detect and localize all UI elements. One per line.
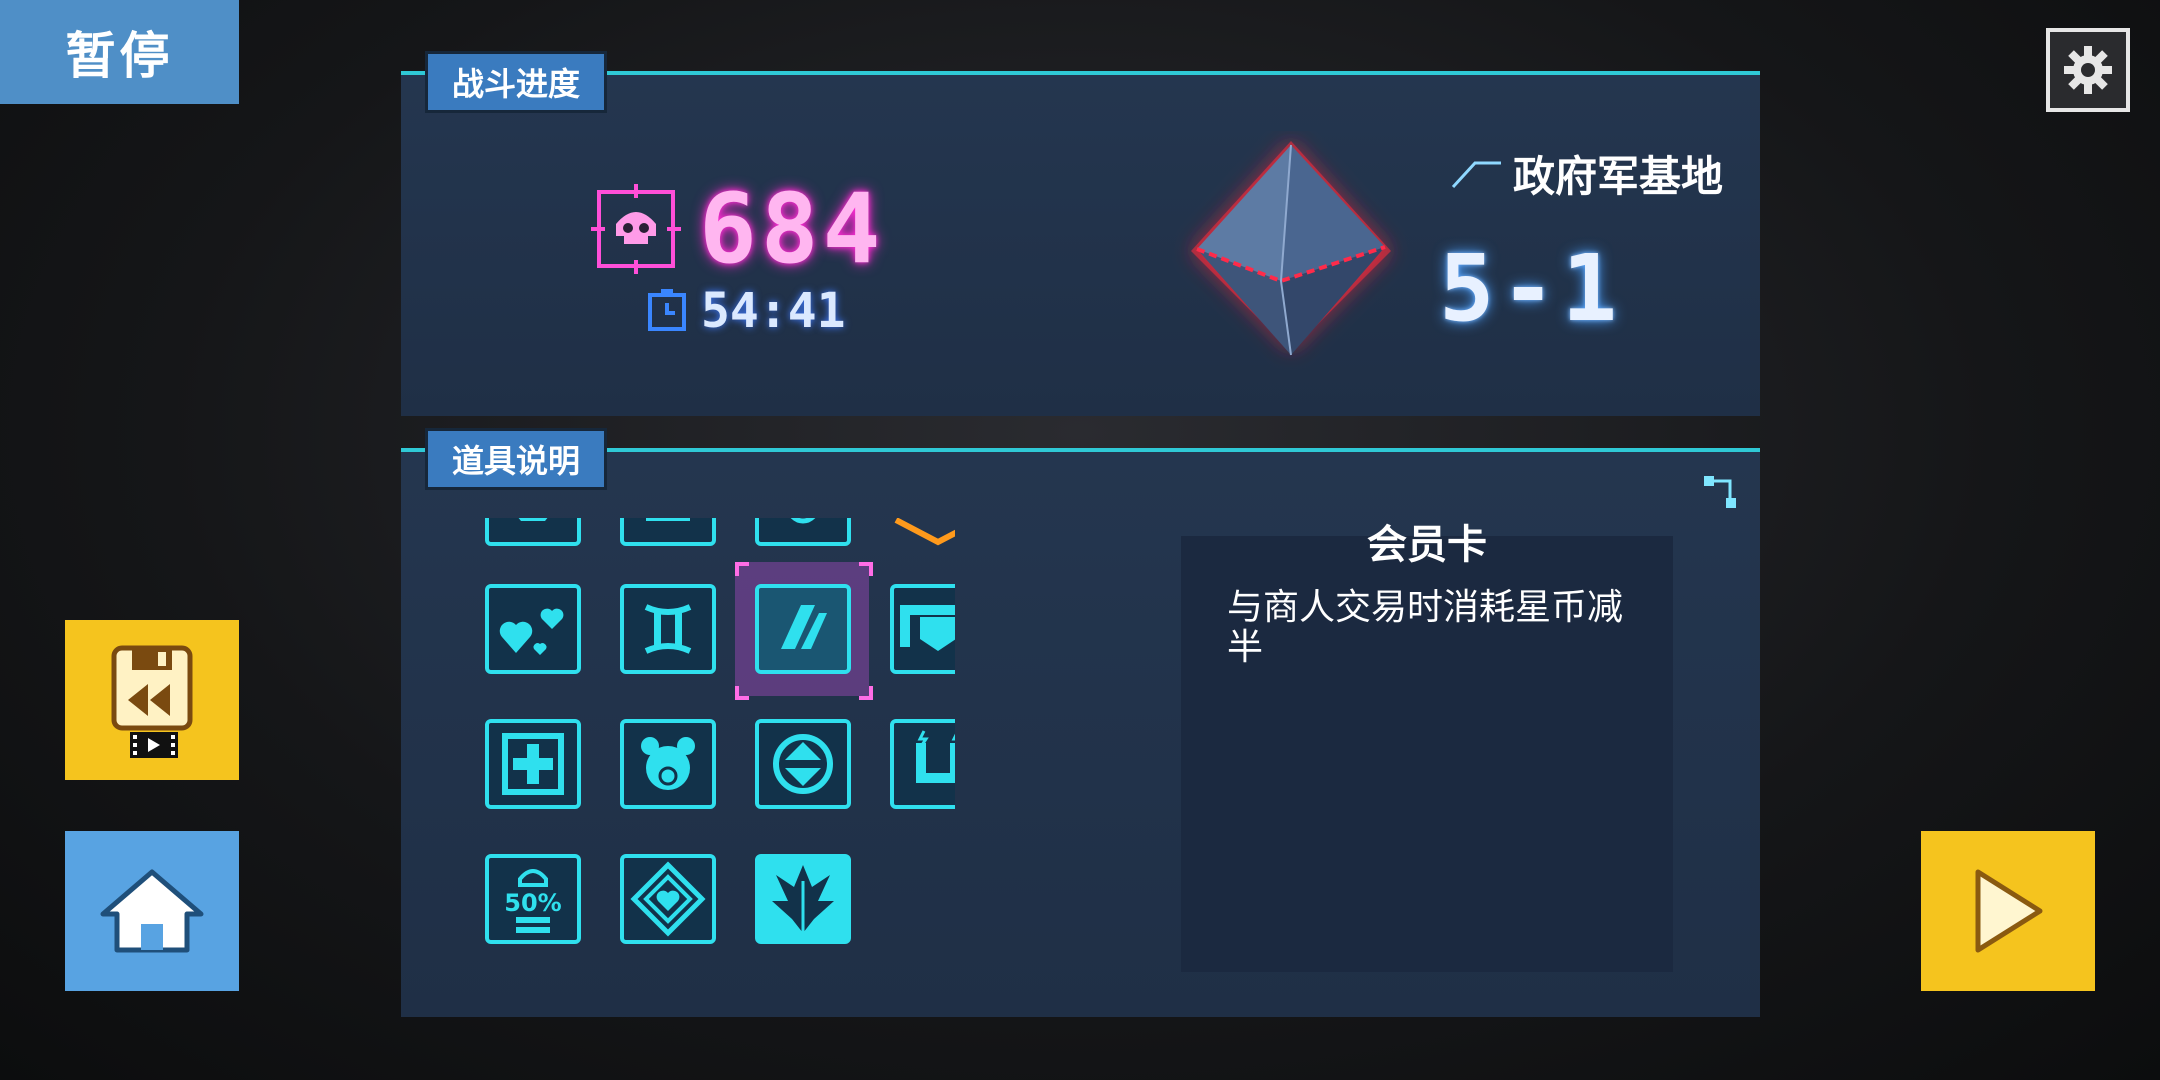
item-diamond-heart[interactable] bbox=[620, 854, 716, 944]
location-name: 政府军基地 bbox=[1513, 152, 1724, 201]
hearts-icon bbox=[499, 608, 564, 655]
item-partial-1[interactable] bbox=[485, 518, 581, 546]
medkit-icon bbox=[502, 733, 564, 795]
battle-progress-panel: 战斗进度 684 54:41 政府军基地 5-1 bbox=[401, 51, 1760, 416]
item-battery[interactable]: 50% bbox=[485, 854, 581, 944]
expand-icon[interactable] bbox=[1702, 474, 1738, 510]
item-partial-1-icon bbox=[518, 518, 548, 521]
item-gemini[interactable] bbox=[620, 584, 716, 674]
battery-label: 50% bbox=[504, 889, 561, 917]
target-arrows-icon bbox=[773, 734, 833, 794]
battle-time: 54:41 bbox=[701, 283, 846, 339]
magnet-icon bbox=[916, 730, 955, 783]
skull-target-icon bbox=[591, 184, 681, 274]
resume-button[interactable] bbox=[1921, 831, 2095, 991]
diamond-heart-icon bbox=[630, 861, 706, 937]
location: 政府军基地 bbox=[1451, 143, 1723, 204]
item-description-panel: 道具说明 50% 会员卡 与商人交易时消耗星币减半 bbox=[401, 428, 1760, 1017]
item-target-arrows[interactable] bbox=[755, 719, 851, 809]
gear-icon bbox=[2064, 46, 2112, 94]
belt-icon bbox=[900, 605, 955, 651]
item-belt[interactable] bbox=[890, 584, 955, 674]
item-medkit[interactable] bbox=[485, 719, 581, 809]
home-button[interactable] bbox=[65, 831, 239, 991]
stopwatch-icon bbox=[648, 289, 686, 331]
item-magnet[interactable] bbox=[890, 719, 955, 809]
item-hearts[interactable] bbox=[485, 584, 581, 674]
battle-timer: 54:41 bbox=[647, 283, 846, 339]
kill-counter: 684 bbox=[591, 173, 884, 285]
panda-icon bbox=[641, 737, 695, 790]
kill-count: 684 bbox=[699, 173, 885, 285]
play-icon bbox=[1975, 869, 2043, 953]
gemini-icon bbox=[644, 604, 692, 654]
replay-save-button[interactable] bbox=[65, 620, 239, 780]
item-partial-3[interactable] bbox=[755, 518, 851, 546]
item-partial-4[interactable] bbox=[890, 518, 955, 546]
item-name: 会员卡 bbox=[1367, 522, 1487, 568]
leaf-icon bbox=[772, 865, 834, 933]
home-icon bbox=[100, 869, 204, 953]
battery-50-icon: 50% bbox=[504, 869, 562, 933]
stage-number: 5-1 bbox=[1439, 235, 1624, 342]
save-rewind-icon bbox=[111, 645, 193, 758]
item-description: 与商人交易时消耗星币减半 bbox=[1227, 587, 1624, 668]
item-description-tab: 道具说明 bbox=[425, 428, 608, 490]
item-partial-3-icon bbox=[790, 518, 816, 524]
battle-progress-tab: 战斗进度 bbox=[425, 51, 608, 113]
item-leaf[interactable] bbox=[755, 854, 851, 944]
pointer-line-icon bbox=[1451, 161, 1501, 188]
item-grid: 50% bbox=[485, 518, 955, 974]
crystal-boss-icon bbox=[1191, 141, 1391, 356]
item-partial-4-icon bbox=[894, 518, 955, 546]
item-partial-2-icon bbox=[646, 518, 690, 521]
item-panda[interactable] bbox=[620, 719, 716, 809]
selection-brackets bbox=[735, 562, 873, 700]
item-partial-2[interactable] bbox=[620, 518, 716, 546]
settings-button[interactable] bbox=[2046, 28, 2130, 112]
pause-title: 暂停 bbox=[0, 0, 239, 104]
